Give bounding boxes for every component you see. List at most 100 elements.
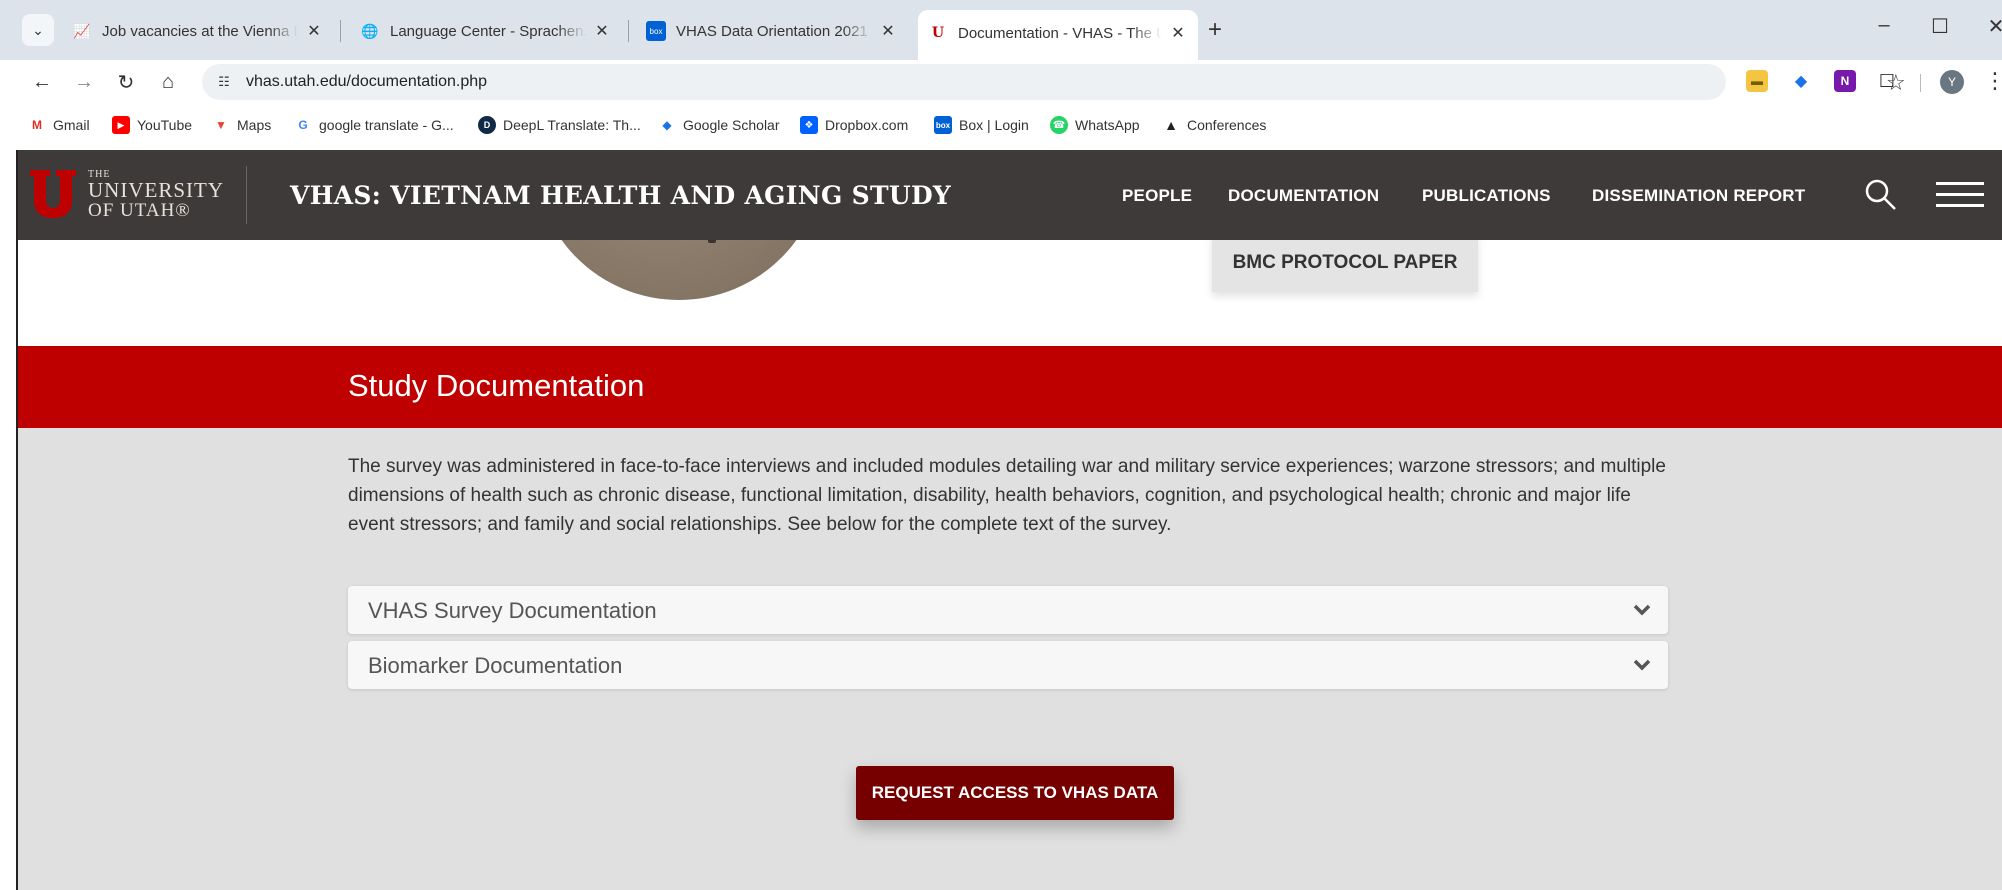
utah-u-icon: U	[931, 25, 945, 41]
bookmark-deepl[interactable]: D DeepL Translate: Th...	[478, 116, 641, 134]
site-header: THE UNIVERSITY OF UTAH® VHAS: VIETNAM HE…	[18, 150, 2002, 240]
nav-publications[interactable]: PUBLICATIONS	[1422, 186, 1551, 206]
nav-documentation[interactable]: DOCUMENTATION	[1228, 186, 1379, 206]
tab-separator	[628, 20, 629, 42]
scholar-icon: ◆	[662, 118, 672, 132]
accordion-vhas-survey-documentation[interactable]: VHAS Survey Documentation	[348, 586, 1668, 634]
toolbar-divider	[1920, 74, 1921, 92]
graduation-cap-icon: ▲	[1164, 117, 1178, 133]
chevron-down-icon	[1633, 659, 1651, 671]
university-of-utah-logo-icon[interactable]	[30, 170, 76, 218]
box-icon: box	[646, 21, 666, 41]
accordion-biomarker-documentation[interactable]: Biomarker Documentation	[348, 641, 1668, 689]
minimize-button[interactable]: –	[1864, 14, 1904, 37]
bookmark-label: Box | Login	[959, 117, 1029, 133]
tab-title: Language Center - Sprachenzentrum	[390, 22, 586, 40]
home-icon: ⌂	[161, 70, 175, 93]
tab-title: Documentation - VHAS - The Univ	[958, 24, 1162, 42]
google-icon: G	[298, 118, 308, 132]
accordion-label: Biomarker Documentation	[368, 653, 623, 678]
scholar-extension-icon[interactable]: ◆	[1790, 70, 1812, 92]
new-tab-button[interactable]: +	[1208, 16, 1222, 44]
hamburger-menu-icon[interactable]	[1936, 182, 1984, 208]
browser-tab-3[interactable]: box VHAS Data Orientation 2021 Octob ✕	[636, 14, 908, 48]
bookmark-google-scholar[interactable]: ◆ Google Scholar	[658, 116, 780, 134]
whatsapp-icon: ☎	[1050, 116, 1068, 134]
dropbox-icon: ❖	[800, 116, 818, 134]
bookmark-label: Google Scholar	[683, 117, 780, 133]
bookmark-label: Gmail	[53, 117, 90, 133]
bookmark-youtube[interactable]: ▶ YouTube	[112, 116, 192, 134]
tab-title: Job vacancies at the Vienna Institute	[102, 22, 298, 40]
maximize-button[interactable]: ☐	[1920, 14, 1960, 39]
reload-icon: ↻	[117, 71, 135, 94]
close-icon[interactable]: ✕	[592, 21, 612, 41]
section-title-band: Study Documentation	[18, 346, 2002, 428]
bookmark-label: YouTube	[137, 117, 193, 133]
bookmark-dropbox[interactable]: ❖ Dropbox.com	[800, 116, 908, 134]
bookmark-label: Dropbox.com	[825, 117, 909, 133]
address-bar[interactable]: ☷ vhas.utah.edu/documentation.php ☆	[202, 64, 1906, 100]
deepl-icon: D	[478, 116, 496, 134]
intro-paragraph: The survey was administered in face-to-f…	[348, 456, 1666, 535]
bookmark-conferences[interactable]: ▲ Conferences	[1162, 116, 1266, 134]
back-button[interactable]: ←	[28, 68, 56, 96]
arrow-right-icon: →	[74, 70, 94, 93]
bookmark-google-translate[interactable]: G google translate - G...	[294, 116, 454, 134]
nav-dissemination-report[interactable]: DISSEMINATION REPORT	[1592, 186, 1805, 206]
bookmark-maps[interactable]: ▼ Maps	[212, 116, 271, 134]
web-page: THE UNIVERSITY OF UTAH® VHAS: VIETNAM HE…	[16, 150, 2002, 890]
logo-of-utah-text: OF UTAH®	[88, 200, 191, 221]
browser-tab-2[interactable]: 🌐 Language Center - Sprachenzentrum ✕	[350, 14, 622, 48]
search-icon[interactable]	[1864, 178, 1898, 212]
forward-button[interactable]: →	[70, 68, 98, 96]
browser-tabstrip: ⌄ 📈 Job vacancies at the Vienna Institut…	[0, 0, 2002, 60]
bookmark-label: WhatsApp	[1075, 117, 1140, 133]
bookmark-whatsapp[interactable]: ☎ WhatsApp	[1050, 116, 1140, 134]
folder-extension-icon[interactable]: ▬	[1746, 70, 1768, 92]
close-icon[interactable]: ✕	[1168, 23, 1188, 43]
bookmark-label: Conferences	[1187, 117, 1267, 133]
bookmarks-bar: M Gmail ▶ YouTube ▼ Maps G google transl…	[0, 104, 2002, 150]
reload-button[interactable]: ↻	[112, 68, 140, 96]
close-icon[interactable]: ✕	[304, 21, 324, 41]
university-wordmark[interactable]: THE UNIVERSITY OF UTAH®	[88, 170, 224, 221]
logo-university-text: UNIVERSITY	[88, 178, 224, 202]
bmc-protocol-paper-button[interactable]: BMC PROTOCOL PAPER	[1212, 234, 1478, 292]
profile-avatar[interactable]: Y	[1940, 70, 1964, 94]
close-icon[interactable]: ✕	[878, 21, 898, 41]
tab-title: VHAS Data Orientation 2021 Octob	[676, 22, 872, 40]
section-title: Study Documentation	[348, 368, 645, 403]
extensions-puzzle-icon[interactable]: ☐	[1876, 70, 1898, 92]
tab-search-button[interactable]: ⌄	[22, 14, 54, 46]
browser-menu-icon[interactable]: ⋮	[1984, 68, 2002, 94]
arrow-left-icon: ←	[32, 70, 52, 93]
maps-icon: ▼	[215, 118, 227, 132]
documentation-section: The survey was administered in face-to-f…	[18, 428, 2002, 890]
chevron-down-icon	[1633, 604, 1651, 616]
window-close-button[interactable]: ✕	[1976, 14, 2002, 39]
browser-tab-1[interactable]: 📈 Job vacancies at the Vienna Institute …	[62, 14, 334, 48]
url-text[interactable]: vhas.utah.edu/documentation.php	[246, 73, 487, 91]
request-access-button[interactable]: REQUEST ACCESS TO VHAS DATA	[856, 766, 1174, 820]
site-title[interactable]: VHAS: VIETNAM HEALTH AND AGING STUDY	[290, 181, 951, 210]
accordion-label: VHAS Survey Documentation	[368, 598, 657, 623]
gmail-icon: M	[32, 118, 42, 132]
nav-people[interactable]: PEOPLE	[1122, 186, 1192, 206]
bookmark-label: google translate - G...	[319, 117, 454, 133]
bookmark-gmail[interactable]: M Gmail	[28, 116, 90, 134]
bookmark-label: Maps	[237, 117, 272, 133]
chart-favicon-icon: 📈	[73, 22, 91, 39]
bookmark-box-login[interactable]: box Box | Login	[934, 116, 1029, 134]
tab-separator	[340, 20, 341, 42]
browser-tab-active[interactable]: U Documentation - VHAS - The Univ ✕	[918, 10, 1198, 60]
box-icon: box	[934, 116, 952, 134]
header-divider	[246, 166, 247, 224]
onenote-extension-icon[interactable]: N	[1834, 70, 1856, 92]
chevron-down-icon: ⌄	[32, 21, 44, 38]
bookmark-label: DeepL Translate: Th...	[503, 117, 641, 133]
site-info-icon[interactable]: ☷	[214, 72, 234, 92]
globe-icon: 🌐	[361, 22, 379, 39]
home-button[interactable]: ⌂	[154, 68, 182, 96]
browser-toolbar: ← → ↻ ⌂ ☷ vhas.utah.edu/documentation.ph…	[0, 60, 2002, 104]
